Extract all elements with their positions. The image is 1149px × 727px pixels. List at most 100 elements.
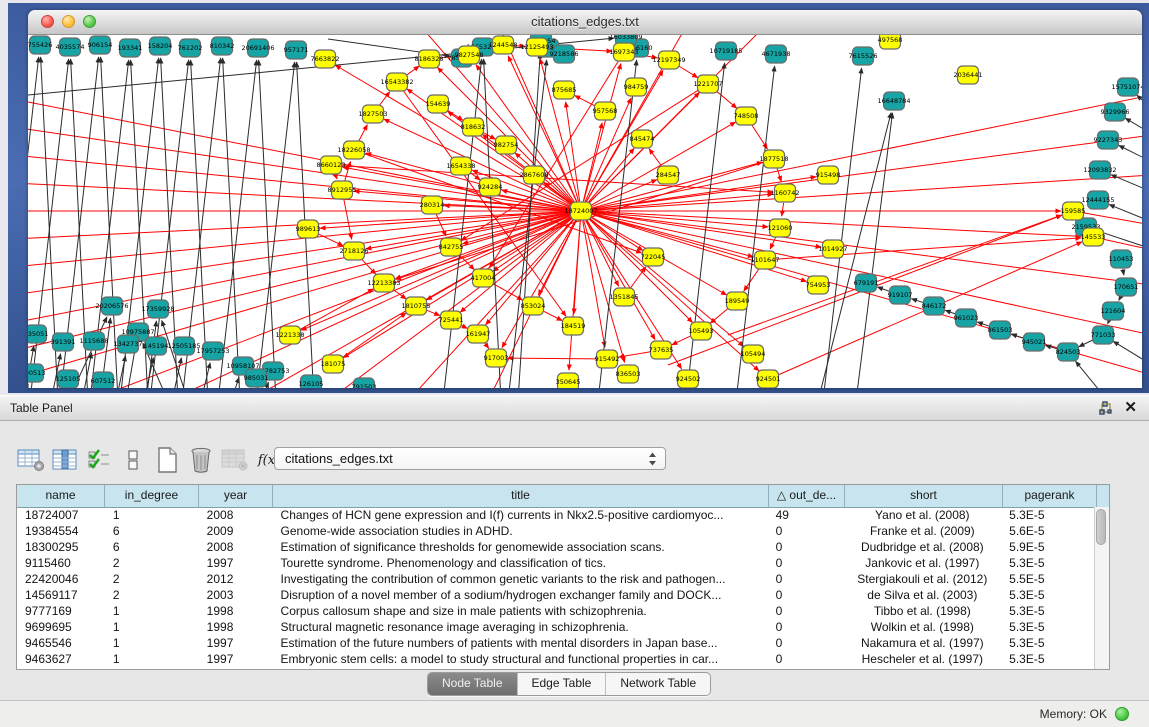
edge[interactable] xyxy=(1125,118,1142,134)
selected-network-node[interactable]: 924502 xyxy=(676,370,701,388)
selected-network-node[interactable]: 818632 xyxy=(461,118,486,136)
selected-edge[interactable] xyxy=(591,95,1142,209)
selected-edge[interactable] xyxy=(569,221,580,370)
edge[interactable] xyxy=(1109,205,1142,222)
hide-columns-button[interactable] xyxy=(116,443,150,477)
selected-network-node[interactable]: 982754 xyxy=(494,136,519,154)
network-node[interactable]: 861503 xyxy=(988,321,1013,339)
selected-edge[interactable] xyxy=(744,268,760,291)
selected-network-node[interactable]: 853024 xyxy=(521,297,546,315)
selected-network-node[interactable]: 159585 xyxy=(1061,202,1086,220)
column-header-name[interactable]: name xyxy=(17,485,105,507)
network-node[interactable]: 810342 xyxy=(210,37,235,55)
close-panel-icon[interactable]: ✕ xyxy=(1124,398,1137,418)
selected-edge[interactable] xyxy=(344,200,352,239)
network-node[interactable]: 7615526 xyxy=(849,47,878,65)
network-node[interactable]: 9329966 xyxy=(1101,103,1130,121)
network-node[interactable]: 957171 xyxy=(284,41,309,59)
network-node[interactable]: 1115688 xyxy=(80,332,109,350)
network-canvas-svg[interactable]: 7554264035574906154193341158204761202810… xyxy=(28,35,1142,388)
tab-network-table[interactable]: Network Table xyxy=(605,673,710,695)
network-node[interactable]: 126105 xyxy=(299,375,324,388)
network-node[interactable]: 20691406 xyxy=(241,39,274,57)
network-canvas[interactable]: 7554264035574906154193341158204761202810… xyxy=(28,35,1142,388)
selected-edge[interactable] xyxy=(392,289,406,299)
network-node[interactable]: 824503 xyxy=(1056,343,1081,361)
network-node[interactable]: 158204 xyxy=(148,37,173,55)
network-node[interactable]: 761202 xyxy=(178,39,203,57)
tab-edge-table[interactable]: Edge Table xyxy=(517,673,606,695)
delete-table-button[interactable] xyxy=(218,443,252,477)
network-node[interactable]: 961023 xyxy=(954,309,979,327)
selected-edge[interactable] xyxy=(586,220,655,340)
edge[interactable] xyxy=(1076,361,1108,388)
selected-network-node[interactable]: 842755 xyxy=(439,238,464,256)
selected-network-node[interactable]: 737635 xyxy=(649,341,674,359)
zoom-window-button[interactable] xyxy=(83,15,96,28)
float-panel-icon[interactable] xyxy=(1099,401,1113,415)
network-node[interactable]: 771033 xyxy=(1091,326,1116,344)
selected-edge[interactable] xyxy=(395,162,764,279)
table-row[interactable]: 2242004622012Investigating the contribut… xyxy=(17,571,1095,587)
close-window-button[interactable] xyxy=(41,15,54,28)
selected-network-node[interactable]: 16543382 xyxy=(380,73,413,91)
selected-network-node[interactable]: 2036441 xyxy=(954,66,983,84)
edge[interactable] xyxy=(823,68,862,388)
selected-network-node[interactable]: 154639 xyxy=(426,95,451,113)
network-node[interactable]: 755426 xyxy=(28,36,52,54)
network-node[interactable]: 906154 xyxy=(88,36,113,54)
selected-edge[interactable] xyxy=(341,313,406,358)
selected-edge[interactable] xyxy=(716,90,737,108)
selected-network-node[interactable]: 845474 xyxy=(630,130,655,148)
network-node[interactable]: 791503 xyxy=(352,378,377,388)
selected-network-node[interactable]: 1244548 xyxy=(489,36,518,54)
table-row[interactable]: 977716911998Corpus callosum shape and si… xyxy=(17,603,1095,619)
selected-network-node[interactable]: 915492 xyxy=(595,350,620,368)
selected-edge[interactable] xyxy=(542,310,562,320)
selected-network-node[interactable]: 957568 xyxy=(593,102,618,120)
table-row[interactable]: 1456911722003Disruption of a novel membe… xyxy=(17,587,1095,603)
selected-edge[interactable] xyxy=(630,267,646,289)
selected-network-node[interactable]: 1221338 xyxy=(276,326,305,344)
selected-network-node[interactable]: 722045 xyxy=(641,248,666,266)
selected-network-node[interactable]: 836503 xyxy=(616,365,641,383)
selected-network-node[interactable]: 350645 xyxy=(556,373,581,388)
column-header-pagerank[interactable]: pagerank xyxy=(1003,485,1097,507)
selected-network-node[interactable]: 1351845 xyxy=(610,288,639,306)
selected-edge[interactable] xyxy=(710,307,729,323)
selected-edge[interactable] xyxy=(492,283,523,300)
network-node[interactable]: 735051 xyxy=(28,325,48,343)
select-all-columns-button[interactable] xyxy=(82,443,116,477)
edge[interactable] xyxy=(518,53,540,388)
selected-network-node[interactable]: 1160742 xyxy=(771,184,800,202)
edge[interactable] xyxy=(1123,269,1124,275)
selected-network-node[interactable]: 748508 xyxy=(734,107,759,125)
table-row[interactable]: 946362711997Embryonic stem cells: a mode… xyxy=(17,651,1095,667)
network-window-titlebar[interactable]: citations_edges.txt xyxy=(28,10,1142,35)
selected-network-node[interactable]: 181075 xyxy=(321,355,346,373)
selected-network-node[interactable]: 989613 xyxy=(296,220,321,238)
tab-node-table[interactable]: Node Table xyxy=(428,673,517,695)
selected-network-node[interactable]: 1014927 xyxy=(819,240,848,258)
selected-edge[interactable] xyxy=(1103,239,1142,250)
table-row[interactable]: 1938455462009Genome-wide association stu… xyxy=(17,523,1095,539)
selected-network-node[interactable]: 105493 xyxy=(689,322,714,340)
selected-network-node[interactable]: 2718126 xyxy=(340,242,369,260)
network-node[interactable]: 607512 xyxy=(91,372,116,388)
network-node[interactable]: 4671938 xyxy=(762,45,791,63)
column-header-title[interactable]: title xyxy=(273,485,769,507)
column-header-in_degree[interactable]: in_degree xyxy=(105,485,199,507)
selected-network-node[interactable]: 915498 xyxy=(816,166,841,184)
selected-network-node[interactable]: 145533 xyxy=(1081,228,1106,246)
edge[interactable] xyxy=(1108,320,1110,324)
selected-network-node[interactable]: 417004 xyxy=(471,269,496,287)
selected-network-node[interactable]: 497568 xyxy=(878,35,903,49)
memory-status-indicator[interactable] xyxy=(1115,707,1129,721)
selected-edge[interactable] xyxy=(405,66,419,76)
selected-network-node[interactable]: 9827548 xyxy=(455,46,484,64)
selected-edge[interactable] xyxy=(359,125,368,142)
network-node[interactable]: 170651 xyxy=(1114,278,1139,296)
selected-edge[interactable] xyxy=(588,218,692,322)
selected-network-node[interactable]: 189549 xyxy=(725,292,750,310)
edge[interactable] xyxy=(1119,145,1142,162)
